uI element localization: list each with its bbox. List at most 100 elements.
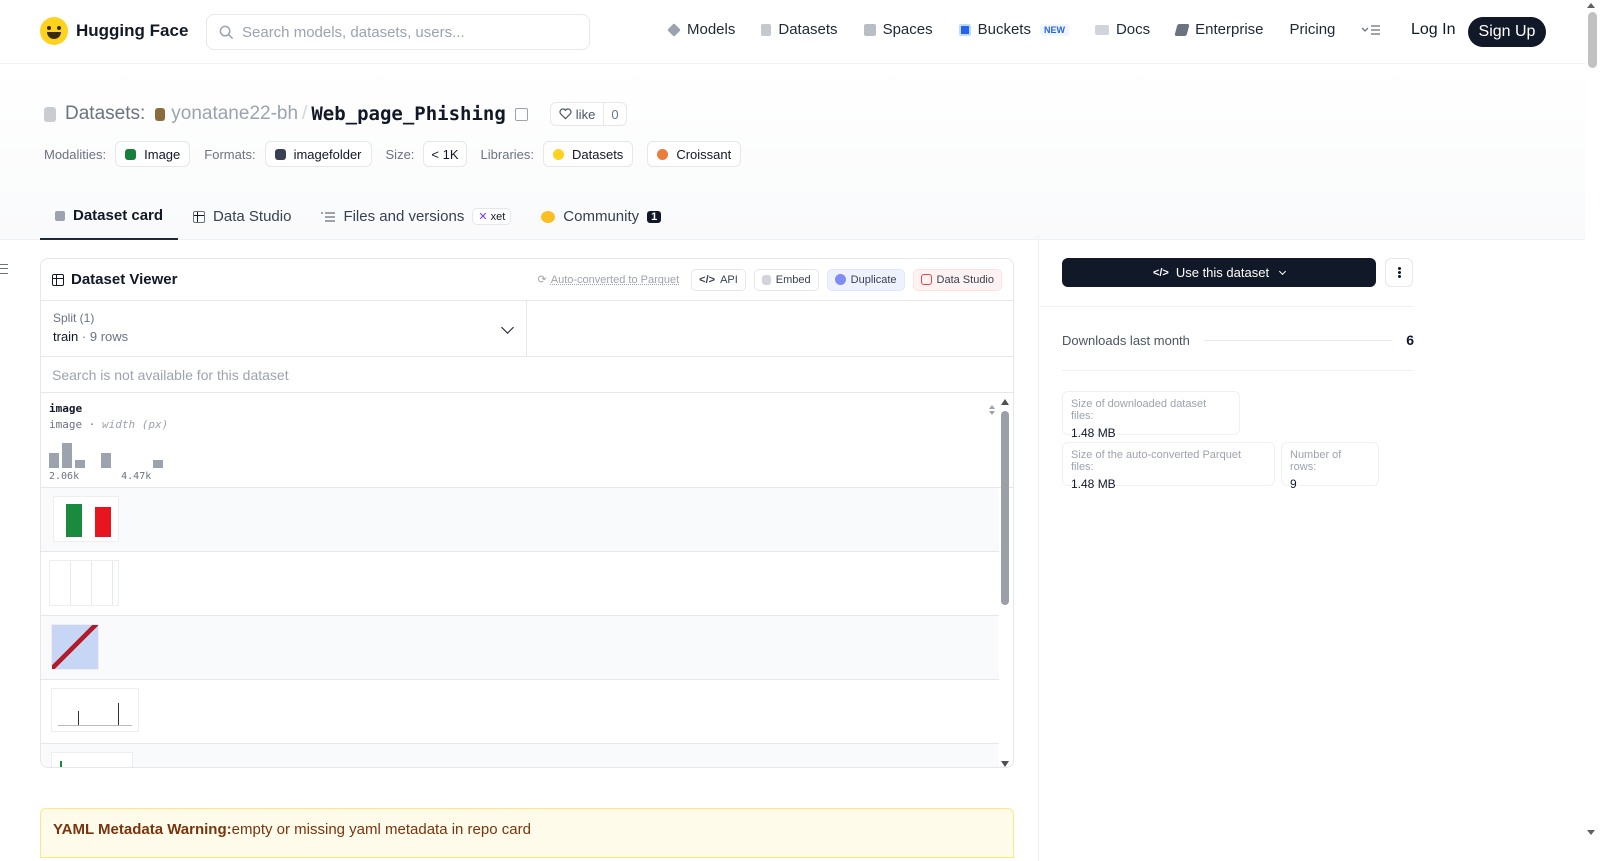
viewer-actions: ⟳ Auto-converted to Parquet </> API Embed … bbox=[538, 268, 1002, 291]
viewer-scroll-thumb[interactable] bbox=[1001, 411, 1009, 605]
viewer-search-disabled: Search is not available for this dataset bbox=[41, 357, 1013, 393]
downloads-value: 6 bbox=[1406, 332, 1414, 348]
like-label: like bbox=[575, 106, 596, 122]
repo-name[interactable]: Web_page_Phishing bbox=[311, 103, 505, 125]
database-icon bbox=[44, 106, 56, 122]
table-row[interactable] bbox=[41, 552, 999, 616]
image-thumbnail[interactable] bbox=[51, 752, 133, 767]
path-separator: / bbox=[302, 103, 308, 124]
library-datasets-chip[interactable]: Datasets bbox=[543, 141, 634, 167]
split-selector-row: Split (1) train · 9 rows bbox=[41, 301, 1013, 357]
table-row[interactable] bbox=[41, 488, 999, 552]
data-studio-button[interactable]: Data Studio bbox=[912, 268, 1002, 291]
histogram-bar[interactable] bbox=[62, 443, 72, 468]
histogram-bar[interactable] bbox=[75, 460, 85, 468]
search-box[interactable] bbox=[206, 14, 590, 50]
warning-title: YAML Metadata Warning: bbox=[53, 821, 232, 838]
viewer-header: Dataset Viewer ⟳ Auto-converted to Parque… bbox=[41, 259, 1013, 301]
image-thumbnail[interactable] bbox=[53, 496, 119, 542]
table-row[interactable] bbox=[41, 616, 999, 680]
table-row[interactable] bbox=[41, 744, 999, 767]
split-value: train · 9 rows bbox=[53, 329, 514, 344]
like-count: 0 bbox=[611, 106, 619, 122]
download-size-value: 1.48 MB bbox=[1071, 426, 1116, 440]
like-button[interactable]: like 0 bbox=[549, 102, 627, 126]
toc-toggle-icon[interactable] bbox=[0, 264, 8, 274]
histogram-bar[interactable] bbox=[49, 453, 59, 468]
table-row[interactable] bbox=[41, 680, 999, 744]
libraries-label: Libraries: bbox=[480, 146, 534, 162]
modality-chip[interactable]: Image bbox=[115, 141, 191, 167]
search-input[interactable] bbox=[242, 23, 572, 41]
nav-models[interactable]: Models bbox=[667, 21, 735, 38]
thumbnail-spike-right bbox=[118, 703, 119, 725]
histogram-bar[interactable] bbox=[101, 453, 111, 468]
image-thumbnail[interactable] bbox=[51, 688, 139, 732]
meta-tags: Modalities: Image Formats: imagefolder S… bbox=[44, 141, 742, 167]
table-icon bbox=[193, 210, 206, 223]
viewer-scrollbar[interactable] bbox=[1001, 399, 1009, 767]
title-prefix[interactable]: Datasets: bbox=[65, 103, 145, 125]
column-header-image[interactable]: image image · width (px) 2.06k 4.47k bbox=[41, 393, 1013, 488]
image-thumbnail[interactable] bbox=[49, 560, 119, 606]
downloads-sparkline bbox=[1203, 339, 1393, 341]
new-badge: NEW bbox=[1039, 23, 1069, 36]
duplicate-button[interactable]: Duplicate bbox=[826, 268, 905, 291]
owner-link[interactable]: yonatane22-bh bbox=[171, 103, 298, 125]
nav-datasets[interactable]: Datasets bbox=[761, 21, 838, 38]
page-scroll-up-icon[interactable] bbox=[1587, 3, 1595, 8]
thumbnail-red-bar bbox=[95, 507, 111, 537]
repo-tabs: Dataset card Data Studio Files and versi… bbox=[40, 193, 676, 240]
croissant-icon bbox=[657, 148, 669, 160]
tab-data-studio-label: Data Studio bbox=[213, 208, 292, 225]
modality-value: Image bbox=[144, 146, 181, 162]
api-button[interactable]: </> API bbox=[691, 268, 746, 291]
more-vertical-icon bbox=[1397, 271, 1401, 274]
search-icon bbox=[219, 25, 234, 39]
library-croissant-value: Croissant bbox=[676, 146, 732, 162]
copy-icon[interactable] bbox=[514, 107, 528, 121]
duplicate-label: Duplicate bbox=[850, 273, 897, 286]
nav-enterprise[interactable]: Enterprise bbox=[1174, 21, 1264, 38]
tab-data-studio[interactable]: Data Studio bbox=[178, 193, 306, 240]
tab-files-versions[interactable]: Files and versions ✕ xet bbox=[306, 193, 526, 240]
nav-more-menu[interactable] bbox=[1361, 24, 1381, 36]
tab-files-versions-label: Files and versions bbox=[343, 208, 465, 225]
tab-community[interactable]: Community 1 bbox=[526, 193, 676, 240]
embed-button[interactable]: Embed bbox=[753, 268, 819, 291]
width-histogram[interactable] bbox=[49, 443, 179, 468]
tab-dataset-card[interactable]: Dataset card bbox=[40, 193, 179, 240]
refresh-icon: ⟳ bbox=[537, 274, 547, 286]
scroll-down-icon[interactable] bbox=[1001, 761, 1009, 767]
nav-enterprise-label: Enterprise bbox=[1195, 21, 1264, 38]
image-thumbnail[interactable] bbox=[51, 624, 99, 670]
more-options-button[interactable] bbox=[1385, 258, 1413, 287]
format-chip[interactable]: imagefolder bbox=[264, 141, 372, 167]
column-type-detail: width (px) bbox=[102, 418, 169, 431]
login-link[interactable]: Log In bbox=[1411, 21, 1455, 39]
sort-icon[interactable] bbox=[989, 405, 995, 415]
data-studio-label: Data Studio bbox=[936, 273, 994, 286]
scroll-up-icon[interactable] bbox=[1001, 399, 1009, 405]
repo-title: Datasets: yonatane22-bh / Web_page_Phish… bbox=[44, 102, 627, 126]
nav-buckets[interactable]: Buckets NEW bbox=[958, 21, 1069, 38]
logo-text: Hugging Face bbox=[76, 21, 189, 40]
page-scrollbar[interactable] bbox=[1588, 12, 1597, 68]
nav-pricing-label: Pricing bbox=[1289, 21, 1336, 38]
modalities-label: Modalities: bbox=[44, 146, 107, 162]
signup-button[interactable]: Sign Up bbox=[1468, 17, 1546, 47]
size-chip[interactable]: < 1K bbox=[423, 141, 467, 167]
split-dropdown[interactable]: Split (1) train · 9 rows bbox=[41, 301, 527, 356]
xet-badge: ✕ xet bbox=[472, 208, 512, 225]
auto-converted-link[interactable]: ⟳ Auto-converted to Parquet bbox=[538, 273, 680, 286]
nav-pricing[interactable]: Pricing bbox=[1290, 21, 1336, 38]
nav-spaces[interactable]: Spaces bbox=[863, 21, 933, 38]
library-croissant-chip[interactable]: Croissant bbox=[647, 141, 742, 167]
histogram-bar[interactable] bbox=[153, 460, 163, 468]
use-dataset-button[interactable]: </> Use this dataset bbox=[1062, 258, 1376, 287]
warning-text: empty or missing yaml metadata in repo c… bbox=[231, 821, 531, 838]
hf-logo[interactable]: Hugging Face bbox=[40, 17, 188, 45]
histogram-max: 4.47k bbox=[121, 471, 152, 482]
nav-docs[interactable]: Docs bbox=[1094, 21, 1150, 38]
page-scroll-down-icon[interactable] bbox=[1587, 830, 1595, 835]
